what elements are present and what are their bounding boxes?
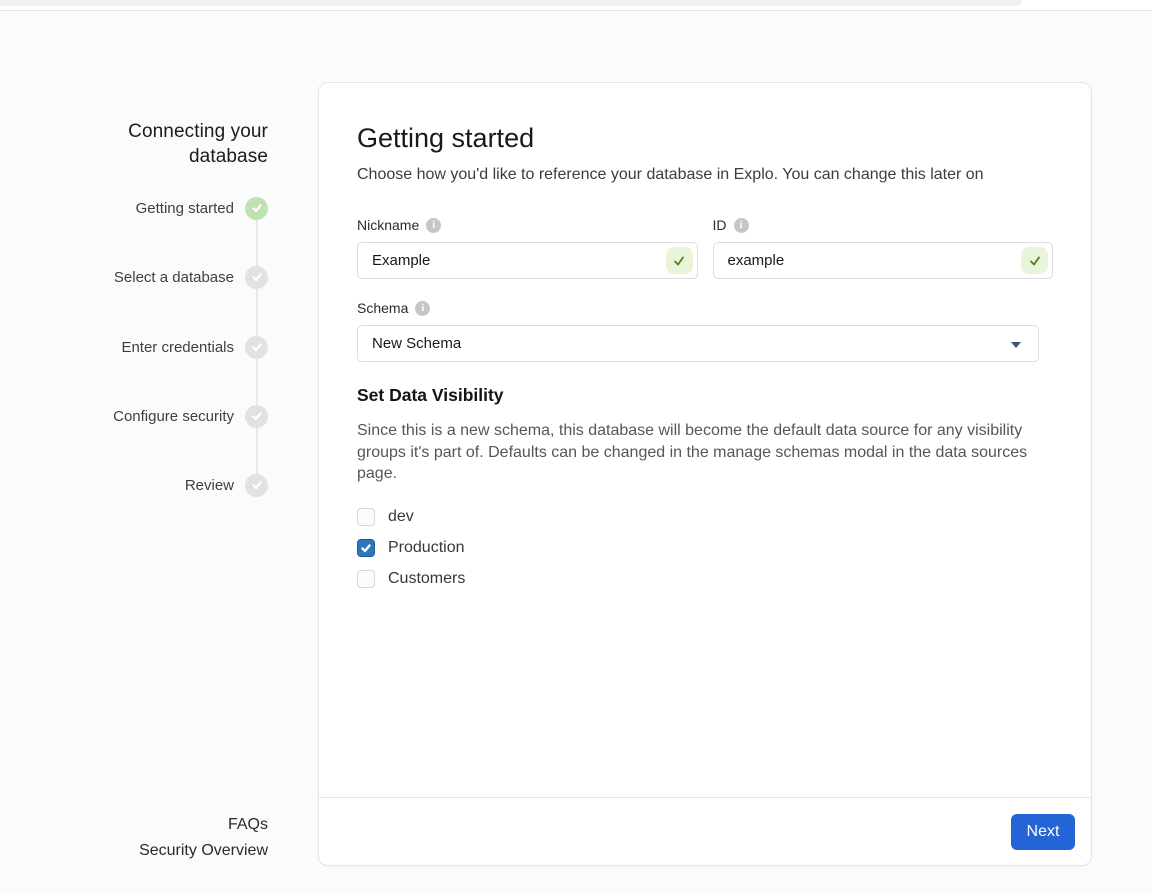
- step-check-icon: [245, 405, 268, 428]
- sidebar-footer-links: FAQs Security Overview: [139, 812, 268, 864]
- info-icon[interactable]: [734, 218, 749, 233]
- stepper-step-configure-security[interactable]: Configure security: [113, 404, 268, 428]
- next-button[interactable]: Next: [1011, 814, 1075, 850]
- step-label: Review: [185, 477, 234, 494]
- getting-started-card: Getting started Choose how you'd like to…: [318, 82, 1092, 866]
- visibility-groups-list: dev Production Customers: [357, 502, 1053, 595]
- checkbox-dev[interactable]: [357, 508, 375, 526]
- stepper-step-review[interactable]: Review: [185, 473, 268, 497]
- step-check-icon: [245, 197, 268, 220]
- checkbox-production[interactable]: [357, 539, 375, 557]
- card-footer: Next: [319, 797, 1091, 865]
- stepper-step-enter-credentials[interactable]: Enter credentials: [121, 335, 268, 359]
- wizard-title: Connecting your database: [88, 119, 268, 169]
- schema-select[interactable]: New Schema: [357, 325, 1039, 362]
- nickname-label: Nickname: [357, 217, 419, 233]
- wizard-sidebar: Connecting your database Getting started…: [0, 0, 268, 894]
- schema-label: Schema: [357, 300, 408, 316]
- step-label: Configure security: [113, 408, 234, 425]
- visibility-group-dev[interactable]: dev: [357, 502, 1053, 533]
- nickname-field-group: Nickname: [357, 217, 698, 279]
- schema-selected-value: New Schema: [372, 335, 461, 352]
- checkbox-label: dev: [388, 508, 414, 526]
- info-icon[interactable]: [426, 218, 441, 233]
- checkbox-label: Production: [388, 539, 465, 557]
- checkbox-customers[interactable]: [357, 570, 375, 588]
- page-subtitle: Choose how you'd like to reference your …: [357, 164, 1053, 186]
- valid-check-icon: [1021, 247, 1048, 274]
- step-check-icon: [245, 266, 268, 289]
- step-label: Getting started: [136, 200, 234, 217]
- step-label: Select a database: [114, 269, 234, 286]
- step-check-icon: [245, 336, 268, 359]
- page-title: Getting started: [357, 121, 1053, 155]
- visibility-group-customers[interactable]: Customers: [357, 564, 1053, 595]
- data-visibility-description: Since this is a new schema, this databas…: [357, 420, 1047, 485]
- step-check-icon: [245, 474, 268, 497]
- stepper-step-getting-started[interactable]: Getting started: [136, 196, 268, 220]
- id-label: ID: [713, 217, 727, 233]
- stepper-step-select-database[interactable]: Select a database: [114, 265, 268, 289]
- step-label: Enter credentials: [121, 339, 234, 356]
- schema-field-group: Schema New Schema: [357, 300, 1039, 362]
- security-overview-link[interactable]: Security Overview: [139, 838, 268, 864]
- nickname-input[interactable]: [357, 242, 698, 279]
- faqs-link[interactable]: FAQs: [139, 812, 268, 838]
- info-icon[interactable]: [415, 301, 430, 316]
- caret-down-icon: [1011, 342, 1021, 348]
- valid-check-icon: [666, 247, 693, 274]
- checkbox-label: Customers: [388, 570, 465, 588]
- data-visibility-heading: Set Data Visibility: [357, 385, 1053, 406]
- id-field-group: ID: [713, 217, 1054, 279]
- visibility-group-production[interactable]: Production: [357, 533, 1053, 564]
- id-input[interactable]: [713, 242, 1054, 279]
